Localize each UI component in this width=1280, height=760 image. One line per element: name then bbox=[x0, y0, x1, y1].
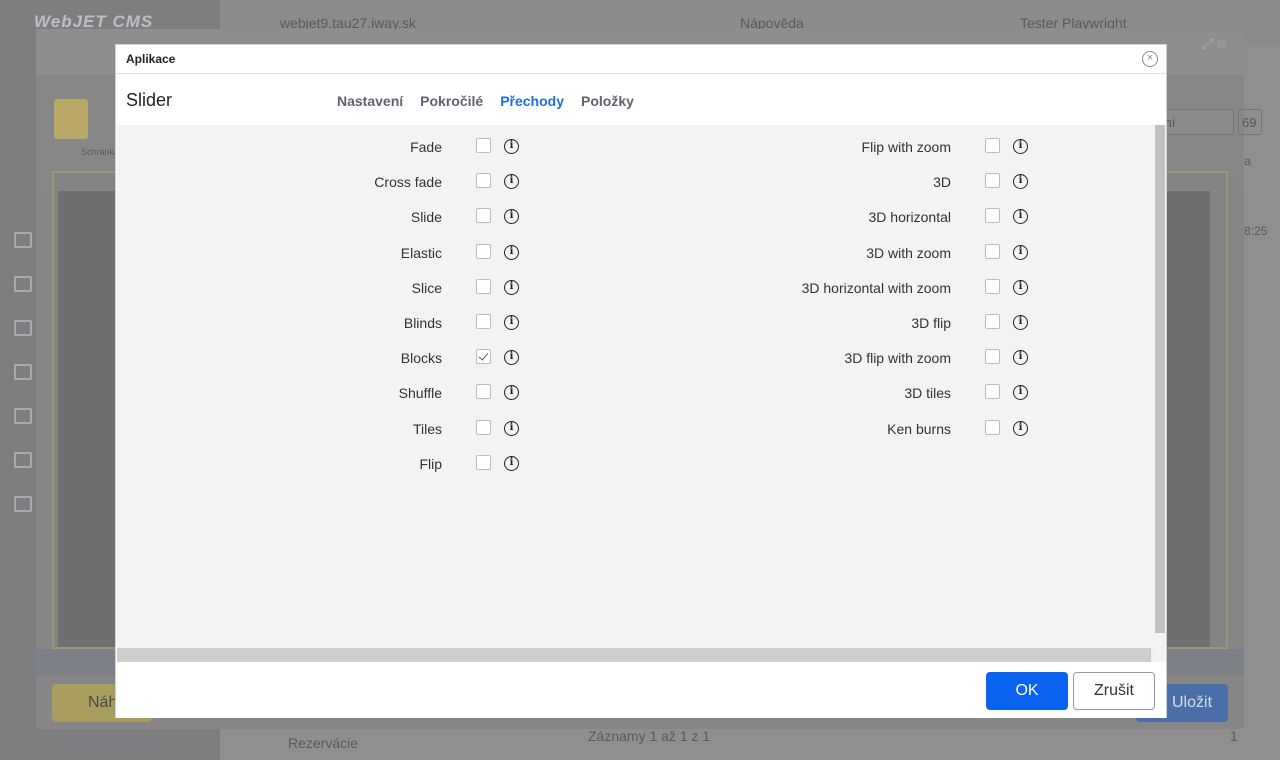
database-icon bbox=[14, 496, 32, 512]
dialog-title: Aplikace bbox=[126, 52, 176, 66]
option-label-fade: Fade bbox=[410, 139, 442, 155]
checkbox-cross-fade[interactable] bbox=[476, 173, 491, 188]
option-label-shuffle: Shuffle bbox=[398, 385, 442, 401]
folder-item: Rezervácie bbox=[288, 735, 359, 751]
checkbox-ken-burns[interactable] bbox=[985, 420, 1000, 435]
checkbox-shuffle[interactable] bbox=[476, 384, 491, 399]
checkbox-3d-flip[interactable] bbox=[985, 314, 1000, 329]
page-number: 69 bbox=[1238, 109, 1262, 135]
option-label-3d-with-zoom: 3D with zoom bbox=[866, 245, 951, 261]
records-info: Záznamy 1 až 1 z 1 bbox=[588, 728, 711, 744]
option-label-3d-tiles: 3D tiles bbox=[904, 385, 951, 401]
info-icon[interactable]: i bbox=[504, 209, 519, 224]
close-icon[interactable]: × bbox=[1142, 51, 1158, 67]
pages-icon bbox=[14, 232, 32, 248]
checkbox-slice[interactable] bbox=[476, 279, 491, 294]
horizontal-scrollbar-thumb[interactable] bbox=[117, 648, 1151, 662]
checkbox-blinds[interactable] bbox=[476, 314, 491, 329]
checkbox-fade[interactable] bbox=[476, 138, 491, 153]
option-label-ken-burns: Ken burns bbox=[887, 421, 951, 437]
checkbox-elastic[interactable] bbox=[476, 244, 491, 259]
checkbox-3d-with-zoom[interactable] bbox=[985, 244, 1000, 259]
option-label-3d-flip-with-zoom: 3D flip with zoom bbox=[844, 350, 951, 366]
option-label-3d-flip: 3D flip bbox=[911, 315, 951, 331]
vertical-scrollbar[interactable] bbox=[1154, 125, 1166, 662]
dialog-footer: OK Zrušit bbox=[116, 662, 1166, 718]
document-icon bbox=[14, 320, 32, 336]
info-icon[interactable]: i bbox=[1013, 385, 1028, 400]
clipboard-icon bbox=[54, 99, 88, 139]
checkbox-3d-tiles[interactable] bbox=[985, 384, 1000, 399]
pagination-current: 1 bbox=[1230, 728, 1238, 744]
info-icon[interactable]: i bbox=[504, 315, 519, 330]
option-label-flip: Flip bbox=[419, 456, 442, 472]
app-name: Slider bbox=[126, 90, 173, 110]
info-icon[interactable]: i bbox=[1013, 245, 1028, 260]
window-controls: ⤢⊗ bbox=[1202, 35, 1231, 51]
application-dialog: Aplikace × Slider Nastavení Pokročilé Př… bbox=[115, 44, 1167, 718]
info-icon[interactable]: i bbox=[504, 421, 519, 436]
tab-items[interactable]: Položky bbox=[581, 93, 634, 109]
option-label-elastic: Elastic bbox=[400, 245, 442, 261]
background-scrollbar bbox=[1228, 180, 1240, 640]
info-icon[interactable]: i bbox=[1013, 280, 1028, 295]
dialog-tabs: Nastavení Pokročilé Přechody Položky bbox=[337, 93, 634, 109]
option-label-blocks: Blocks bbox=[400, 350, 442, 366]
dialog-header: Slider Nastavení Pokročilé Přechody Polo… bbox=[116, 74, 1166, 125]
dialog-titlebar: Aplikace × bbox=[116, 45, 1166, 74]
copy-icon bbox=[14, 276, 32, 292]
info-icon[interactable]: i bbox=[504, 139, 519, 154]
info-icon[interactable]: i bbox=[504, 280, 519, 295]
info-icon[interactable]: i bbox=[1013, 209, 1028, 224]
cancel-button[interactable]: Zrušit bbox=[1073, 672, 1155, 710]
checkbox-3d[interactable] bbox=[985, 173, 1000, 188]
option-label-tiles: Tiles bbox=[412, 421, 442, 437]
info-icon[interactable]: i bbox=[1013, 315, 1028, 330]
hash-icon bbox=[14, 452, 32, 468]
checkbox-flip[interactable] bbox=[476, 455, 491, 470]
checkbox-blocks[interactable] bbox=[476, 349, 491, 364]
checkbox-3d-horizontal[interactable] bbox=[985, 208, 1000, 223]
option-label-flip-with-zoom: Flip with zoom bbox=[861, 139, 951, 155]
external-link-icon bbox=[14, 364, 32, 380]
info-icon[interactable]: i bbox=[1013, 350, 1028, 365]
option-label-blinds: Blinds bbox=[403, 315, 442, 331]
checkbox-flip-with-zoom[interactable] bbox=[985, 138, 1000, 153]
ok-button[interactable]: OK bbox=[986, 672, 1068, 710]
checkbox-slide[interactable] bbox=[476, 208, 491, 223]
info-icon[interactable]: i bbox=[504, 245, 519, 260]
info-icon[interactable]: i bbox=[1013, 421, 1028, 436]
clipboard-label: Schránka bbox=[81, 147, 120, 157]
horizontal-scrollbar[interactable] bbox=[117, 648, 1154, 662]
option-label-slice: Slice bbox=[411, 280, 442, 296]
info-icon[interactable]: i bbox=[504, 385, 519, 400]
media-icon bbox=[14, 408, 32, 424]
option-label-3d-horizontal-with-zoom: 3D horizontal with zoom bbox=[801, 280, 951, 296]
checkbox-3d-horizontal-with-zoom[interactable] bbox=[985, 279, 1000, 294]
option-label-slide: Slide bbox=[410, 209, 442, 225]
checkbox-3d-flip-with-zoom[interactable] bbox=[985, 349, 1000, 364]
info-icon[interactable]: i bbox=[504, 174, 519, 189]
checkbox-tiles[interactable] bbox=[476, 420, 491, 435]
transitions-panel: Fade i Cross fade i Slide i Elastic i Slice i Blin… bbox=[117, 125, 1154, 648]
tab-settings[interactable]: Nastavení bbox=[337, 93, 403, 109]
info-icon[interactable]: i bbox=[504, 350, 519, 365]
option-label-3d-horizontal: 3D horizontal bbox=[868, 209, 952, 225]
tab-advanced[interactable]: Pokročilé bbox=[420, 93, 483, 109]
option-label-3d: 3D bbox=[933, 174, 951, 190]
info-icon[interactable]: i bbox=[504, 456, 519, 471]
info-icon[interactable]: i bbox=[1013, 174, 1028, 189]
tab-transitions[interactable]: Přechody bbox=[500, 93, 564, 109]
letter-fragment: a bbox=[1244, 154, 1251, 168]
option-label-cross-fade: Cross fade bbox=[374, 174, 442, 190]
info-icon[interactable]: i bbox=[1013, 139, 1028, 154]
time-fragment: 8:25 bbox=[1244, 224, 1268, 238]
vertical-scrollbar-thumb[interactable] bbox=[1155, 125, 1165, 633]
